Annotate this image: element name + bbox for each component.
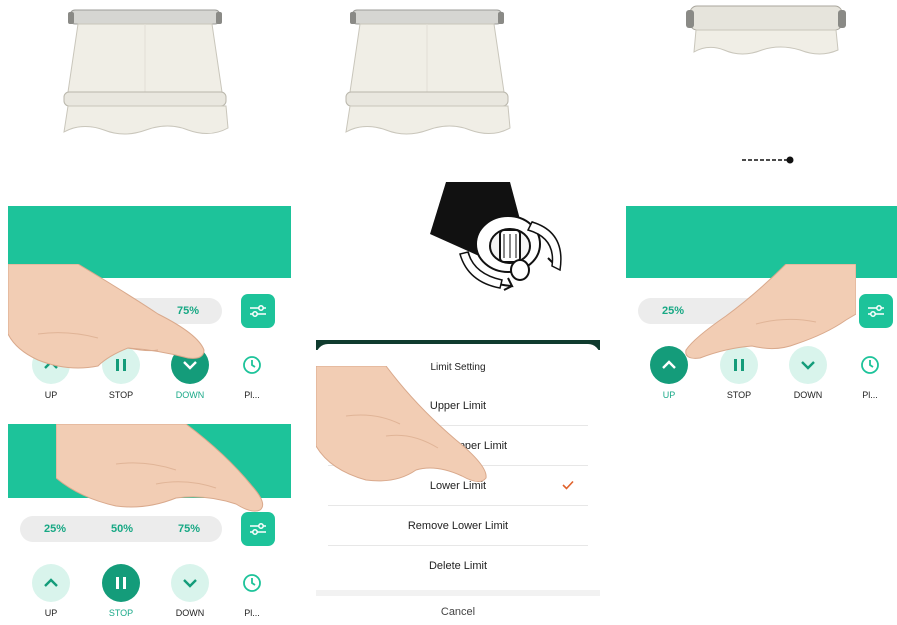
position-percent-label-2: 50%: [111, 523, 134, 535]
limit-settings-button[interactable]: [859, 294, 893, 328]
pointing-hand-image: [316, 366, 487, 482]
control-panel-up: 25% UP STOP DOWN Pl...: [626, 206, 897, 409]
sliders-icon: [868, 305, 884, 317]
awning-retracted-image: [686, 5, 846, 55]
up-label: UP: [44, 390, 58, 400]
plan-button[interactable]: Pl...: [222, 346, 282, 400]
limit-indicator-line: [742, 156, 794, 164]
menu-item-label: Delete Limit: [428, 560, 488, 572]
limit-setting-panel: Limit Setting Upper Limit Upper Limit Lo…: [316, 340, 600, 625]
awning-extended-image-2: [345, 9, 511, 135]
limit-settings-button[interactable]: [241, 294, 275, 328]
sliders-icon: [250, 523, 266, 535]
stop-label: STOP: [726, 390, 752, 400]
check-icon: [562, 480, 574, 490]
plan-button[interactable]: Pl...: [222, 564, 282, 618]
motor-limit-adjust-illustration: [430, 182, 562, 291]
down-button[interactable]: DOWN: [160, 564, 220, 618]
down-label: DOWN: [793, 390, 823, 400]
pause-icon: [116, 577, 126, 589]
up-button[interactable]: UP: [21, 564, 81, 618]
menu-item-label: Remove Lower Limit: [407, 519, 509, 532]
sheet-divider: [316, 590, 600, 596]
limit-settings-button[interactable]: [241, 512, 275, 546]
down-label: DOWN: [175, 390, 205, 400]
sliders-icon: [250, 305, 266, 317]
stop-button[interactable]: STOP: [91, 564, 151, 618]
pointing-hand-image: [8, 264, 205, 369]
chevron-up-icon: [44, 578, 58, 587]
plan-label: Pl...: [244, 390, 260, 400]
awning-extended-image-1: [63, 9, 229, 135]
menu-item-remove-lower-limit[interactable]: Remove Lower Limit: [328, 506, 588, 546]
position-percent-label-1: 25%: [44, 523, 67, 535]
control-panel-down: 75% UP STOP DOWN Pl...: [8, 206, 291, 409]
up-label: UP: [44, 608, 58, 618]
timer-icon: [243, 356, 261, 374]
menu-item-delete-limit[interactable]: Delete Limit: [328, 546, 588, 586]
timer-icon: [243, 574, 261, 592]
up-label: UP: [662, 390, 676, 400]
down-label: DOWN: [175, 608, 205, 618]
stop-label: STOP: [108, 608, 134, 618]
pointing-hand-image: [685, 264, 856, 359]
chevron-down-icon: [183, 579, 197, 588]
plan-label: Pl...: [862, 390, 878, 400]
pointing-hand-image: [56, 424, 264, 512]
stop-label: STOP: [108, 390, 134, 400]
plan-label: Pl...: [244, 608, 260, 618]
cancel-button[interactable]: Cancel: [316, 606, 600, 618]
control-panel-stop: 25% 50% 75% UP STOP DOWN Pl...: [8, 424, 291, 624]
timer-icon: [861, 356, 879, 374]
position-percent-label-3: 75%: [178, 523, 201, 535]
